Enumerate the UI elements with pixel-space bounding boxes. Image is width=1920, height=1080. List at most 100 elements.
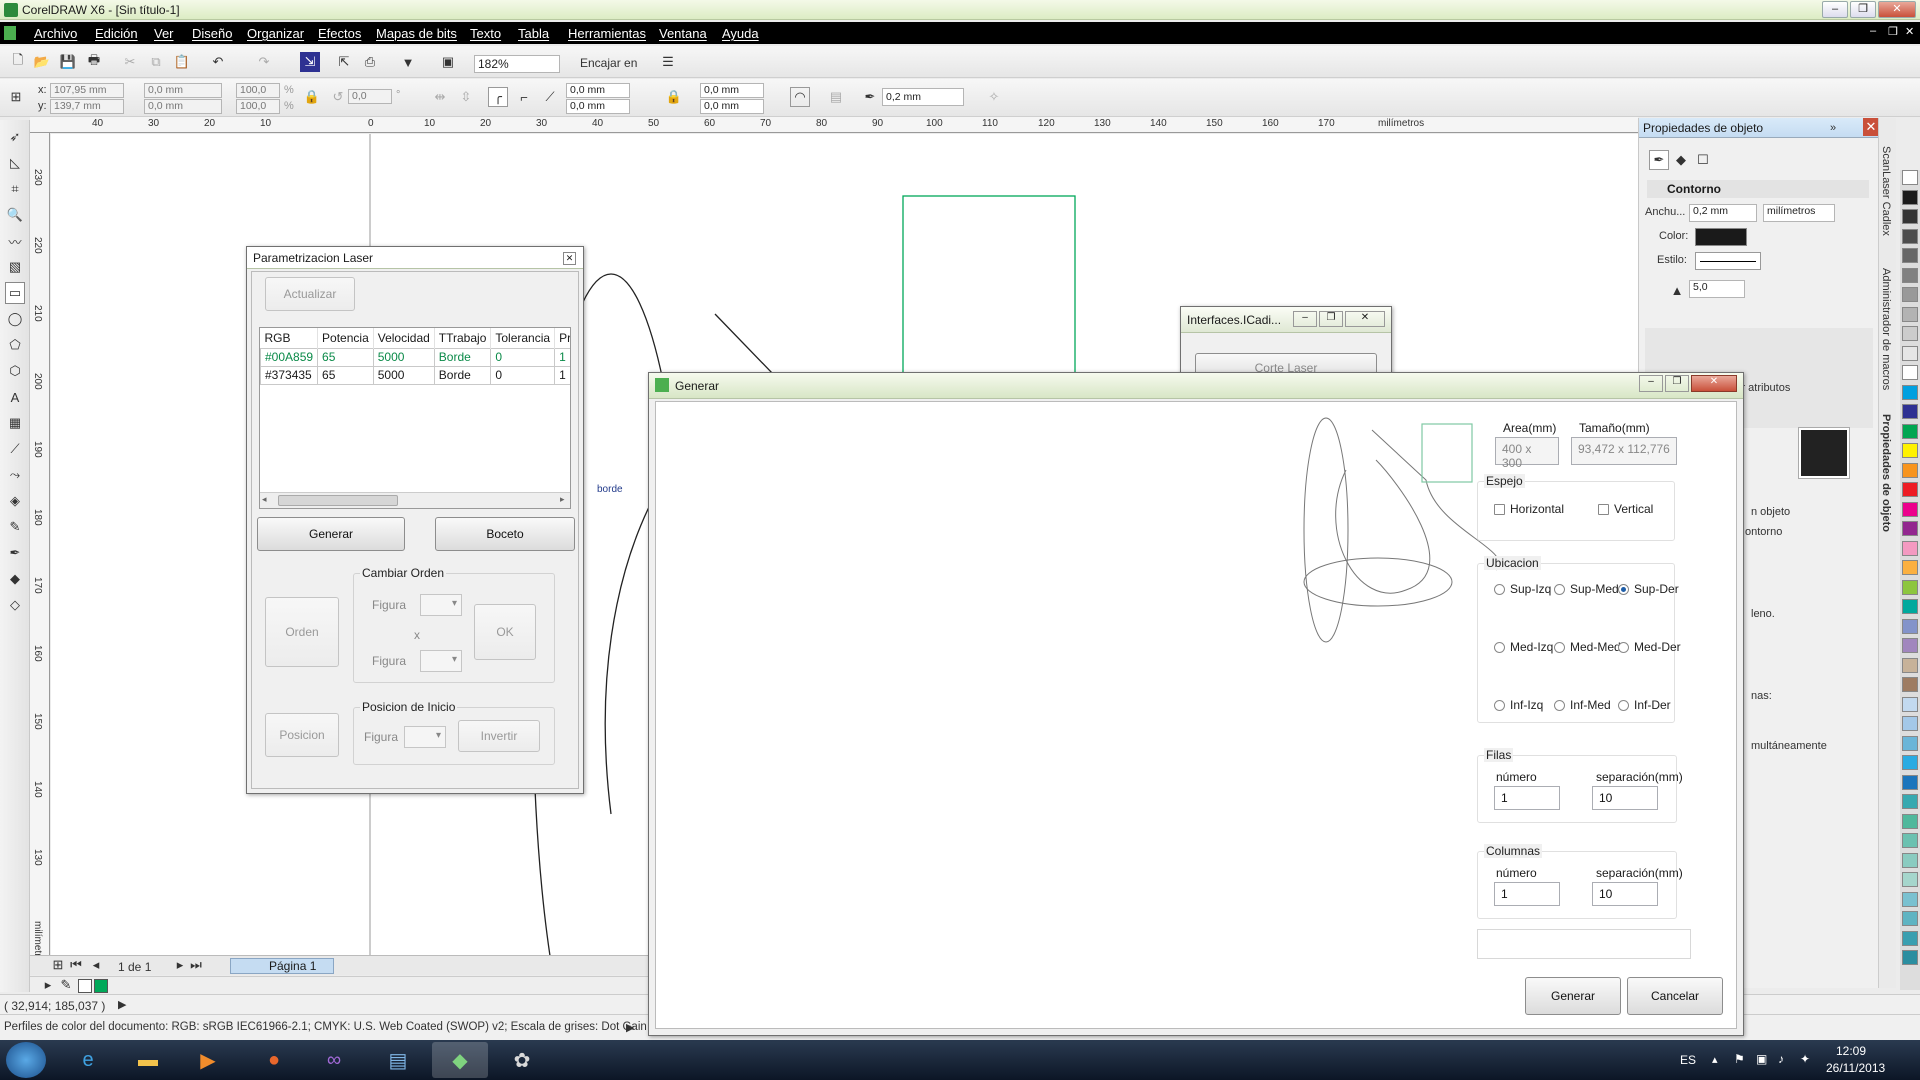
figura-select-1[interactable] bbox=[420, 594, 462, 616]
last-page-icon[interactable]: ⏭ bbox=[186, 956, 206, 974]
palette-swatch[interactable] bbox=[1902, 540, 1918, 556]
fill-tool-icon[interactable]: ◆ bbox=[5, 568, 25, 590]
outline-width-select[interactable]: 0,2 mm bbox=[882, 88, 964, 106]
table-tool-icon[interactable]: ▦ bbox=[5, 412, 25, 434]
corner-radius-bl-field[interactable]: 0,0 mm bbox=[566, 99, 630, 114]
doc-close-icon[interactable]: ✕ bbox=[1905, 25, 1914, 38]
palette-swatch[interactable] bbox=[1902, 423, 1918, 439]
rectangle-tool-icon[interactable]: ▭ bbox=[5, 282, 25, 304]
radio-med-med[interactable]: Med-Med bbox=[1554, 640, 1621, 654]
palette-swatch[interactable] bbox=[1902, 696, 1918, 712]
outline-properties-icon[interactable]: ✒ bbox=[1649, 150, 1669, 170]
vertical-checkbox[interactable]: Vertical bbox=[1598, 502, 1653, 516]
tray-network-icon[interactable]: ▣ bbox=[1756, 1052, 1767, 1066]
orden-button[interactable]: Orden bbox=[265, 597, 339, 667]
palette-swatch[interactable] bbox=[1902, 189, 1918, 205]
scroll-left-icon[interactable]: ◂ bbox=[262, 494, 267, 505]
internet-explorer-icon[interactable]: e bbox=[60, 1042, 116, 1078]
options-icon[interactable]: ☰ bbox=[658, 52, 678, 72]
doc-minimize-icon[interactable]: – bbox=[1870, 25, 1876, 37]
radio-inf-med[interactable]: Inf-Med bbox=[1554, 698, 1611, 712]
palette-swatch[interactable] bbox=[1902, 462, 1918, 478]
palette-swatch[interactable] bbox=[1902, 326, 1918, 341]
start-button[interactable] bbox=[6, 1042, 46, 1078]
redo-icon[interactable]: ↷ bbox=[254, 52, 274, 72]
chamfer-corner-icon[interactable]: ⟋ bbox=[540, 87, 560, 107]
add-page-icon[interactable]: ⊞ bbox=[48, 956, 68, 974]
palette-swatch[interactable] bbox=[1902, 755, 1918, 770]
shape-tool-icon[interactable]: ◺ bbox=[5, 152, 25, 174]
radio-inf-der[interactable]: Inf-Der bbox=[1618, 698, 1671, 712]
col-ttrabajo[interactable]: TTrabajo bbox=[434, 328, 492, 348]
corner-radius-tr-field[interactable]: 0,0 mm bbox=[700, 83, 764, 98]
generar-button[interactable]: Generar bbox=[257, 517, 405, 551]
tab-scanlaser-cadlex[interactable]: ScanLaser Cadlex bbox=[1880, 146, 1892, 236]
dimension-tool-icon[interactable]: ⟋ bbox=[5, 438, 25, 460]
palette-swatch[interactable] bbox=[1902, 852, 1918, 868]
mirror-vertical-icon[interactable]: ⇳ bbox=[456, 87, 476, 107]
palette-swatch[interactable] bbox=[1902, 579, 1918, 595]
undo-icon[interactable]: ↶ bbox=[208, 52, 228, 72]
outline-tool-icon[interactable]: ✒ bbox=[5, 542, 25, 564]
palette-swatch[interactable] bbox=[1902, 228, 1918, 244]
corner-radius-br-field[interactable]: 0,0 mm bbox=[700, 99, 764, 114]
save-icon[interactable]: 💾 bbox=[58, 52, 78, 72]
palette-swatch[interactable] bbox=[1902, 443, 1918, 458]
col-potencia[interactable]: Potencia bbox=[317, 328, 374, 348]
radio-med-izq[interactable]: Med-Izq bbox=[1494, 640, 1553, 654]
export-icon[interactable]: ⇱ bbox=[334, 52, 354, 72]
menu-organizar[interactable]: Organizar bbox=[247, 26, 304, 41]
radio-sup-med[interactable]: Sup-Med bbox=[1554, 582, 1619, 596]
palette-swatch[interactable] bbox=[1902, 599, 1918, 614]
outline-color-swatch[interactable] bbox=[1695, 228, 1747, 246]
language-indicator[interactable]: ES bbox=[1680, 1053, 1696, 1067]
palette-swatch[interactable] bbox=[1902, 267, 1918, 283]
menu-ayuda[interactable]: Ayuda bbox=[722, 26, 759, 41]
smart-fill-icon[interactable]: ▧ bbox=[5, 256, 25, 278]
zoom-tool-icon[interactable]: 🔍 bbox=[5, 204, 25, 226]
palette-swatch[interactable] bbox=[1902, 618, 1918, 634]
page-preset-icon[interactable]: ⊞ bbox=[6, 87, 26, 107]
palette-swatch[interactable] bbox=[1902, 482, 1918, 497]
mirror-horizontal-icon[interactable]: ⇹ bbox=[430, 87, 450, 107]
area-field[interactable]: 400 x 300 bbox=[1495, 437, 1559, 470]
palette-swatch[interactable] bbox=[1902, 813, 1918, 829]
table-hscrollbar[interactable]: ◂ ▸ bbox=[260, 492, 570, 508]
no-color-swatch[interactable] bbox=[78, 979, 92, 993]
clock-time[interactable]: 12:09 bbox=[1836, 1044, 1866, 1058]
palette-swatch[interactable] bbox=[1902, 404, 1918, 419]
tray-app-icon[interactable]: ✦ bbox=[1800, 1052, 1810, 1066]
maximize-button[interactable]: ❐ bbox=[1850, 1, 1876, 18]
figura-select-2[interactable] bbox=[420, 650, 462, 672]
y-position-field[interactable]: 139,7 mm bbox=[50, 99, 124, 114]
visual-studio-icon[interactable]: ∞ bbox=[306, 1042, 362, 1078]
palette-swatch[interactable] bbox=[1902, 872, 1918, 887]
menu-diseno[interactable]: Diseño bbox=[192, 26, 232, 41]
scale-y-field[interactable]: 100,0 bbox=[236, 99, 280, 114]
figura-select-3[interactable] bbox=[404, 726, 446, 748]
explorer-folder-icon[interactable]: ▬ bbox=[120, 1042, 176, 1078]
app-menu-icon[interactable] bbox=[4, 26, 16, 40]
new-document-icon[interactable]: 🗋 bbox=[8, 52, 28, 72]
palette-swatch[interactable] bbox=[1902, 950, 1918, 965]
palette-swatch[interactable] bbox=[1902, 794, 1918, 809]
radio-med-der[interactable]: Med-Der bbox=[1618, 640, 1681, 654]
palette-swatch[interactable] bbox=[1902, 501, 1918, 517]
open-folder-icon[interactable]: 📂 bbox=[32, 52, 52, 72]
radio-inf-izq[interactable]: Inf-Izq bbox=[1494, 698, 1543, 712]
crop-tool-icon[interactable]: ⌗ bbox=[5, 178, 25, 200]
scroll-right-icon[interactable]: ▸ bbox=[560, 494, 565, 505]
menu-texto[interactable]: Texto bbox=[470, 26, 501, 41]
wrap-text-icon[interactable]: ▤ bbox=[826, 87, 846, 107]
pick-tool-icon[interactable]: ➶ bbox=[5, 126, 25, 148]
menu-mapas-de-bits[interactable]: Mapas de bits bbox=[376, 26, 457, 41]
coreldraw-taskbar-icon[interactable]: ◆ bbox=[432, 1042, 488, 1078]
zoom-level-select[interactable]: 182% bbox=[474, 55, 560, 73]
filas-separacion-field[interactable]: 10 bbox=[1592, 786, 1658, 810]
palette-swatch[interactable] bbox=[1902, 248, 1918, 263]
menu-edicion[interactable]: Edición bbox=[95, 26, 138, 41]
table-row[interactable]: #373435 65 5000 Borde 0 1 bbox=[260, 365, 570, 385]
radio-sup-izq[interactable]: Sup-Izq bbox=[1494, 582, 1551, 596]
tray-volume-icon[interactable]: ♪ bbox=[1778, 1052, 1784, 1066]
page-tab[interactable]: Página 1 bbox=[230, 958, 334, 974]
